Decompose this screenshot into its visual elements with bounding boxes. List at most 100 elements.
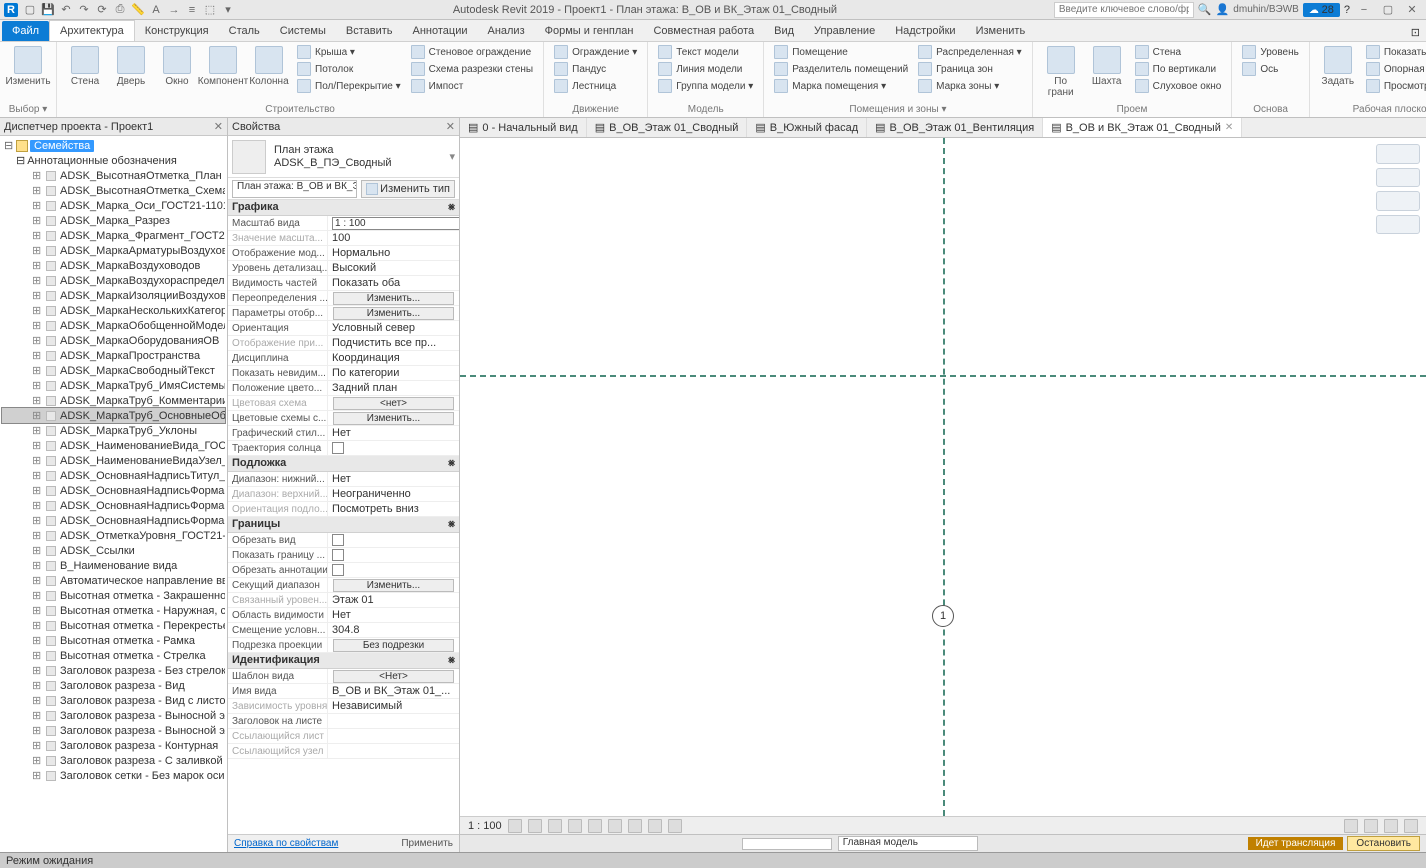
- grid-line-vertical[interactable]: [943, 138, 945, 816]
- tree-item[interactable]: ⊞ADSK_МаркаПространства: [2, 348, 225, 363]
- tree-item[interactable]: ⊞Заголовок разреза - С заливкой: [2, 753, 225, 768]
- tree-expand-icon[interactable]: ⊞: [32, 514, 42, 527]
- tree-item[interactable]: ⊞ADSK_ОтметкаУровня_ГОСТ21-110: [2, 528, 225, 543]
- property-value[interactable]: Нет: [332, 427, 351, 439]
- highlight-icon[interactable]: [1404, 819, 1418, 833]
- reveal-hidden-icon[interactable]: [668, 819, 682, 833]
- document-tab[interactable]: ▤В_Южный фасад: [747, 118, 867, 137]
- tree-expand-icon[interactable]: ⊞: [32, 649, 42, 662]
- ribbon-tab-7[interactable]: Анализ: [477, 21, 534, 41]
- properties-type-preview[interactable]: План этажа ADSK_В_ПЭ_Сводный ▾: [228, 136, 459, 178]
- tree-item[interactable]: ⊞Заголовок разреза - Выносной эле: [2, 723, 225, 738]
- project-browser-close-icon[interactable]: ✕: [214, 120, 223, 133]
- qat-redo-icon[interactable]: ↷: [76, 2, 92, 18]
- ribbon-small-button[interactable]: Стена: [1131, 44, 1226, 60]
- property-value[interactable]: Нормально: [332, 247, 390, 259]
- ribbon-big-button[interactable]: Дверь: [109, 44, 153, 89]
- tree-expand-icon[interactable]: ⊞: [32, 229, 42, 242]
- tree-expand-icon[interactable]: ⊞: [32, 694, 42, 707]
- tree-item[interactable]: ⊞ADSK_НаименованиеВида_ГОСТ21-: [2, 438, 225, 453]
- property-value[interactable]: Посмотреть вниз: [332, 503, 419, 515]
- tree-expand-icon[interactable]: ⊞: [32, 679, 42, 692]
- filter-icon[interactable]: [1364, 819, 1378, 833]
- tree-expand-icon[interactable]: ⊞: [32, 394, 42, 407]
- tree-expand-icon[interactable]: ⊞: [32, 754, 42, 767]
- search-input[interactable]: [1054, 2, 1194, 18]
- tree-item[interactable]: ⊞ADSK_ОсновнаяНадписьФорма6_Г: [2, 513, 225, 528]
- property-edit-button[interactable]: <нет>: [333, 397, 454, 410]
- ribbon-tab-2[interactable]: Конструкция: [135, 21, 219, 41]
- tree-expand-icon[interactable]: ⊞: [32, 274, 42, 287]
- infocenter-icon[interactable]: 🔍: [1198, 3, 1212, 16]
- tree-item[interactable]: ⊞Высотная отметка - Наружная, с за: [2, 603, 225, 618]
- property-edit-button[interactable]: <Нет>: [333, 670, 454, 683]
- property-value[interactable]: Условный север: [332, 322, 415, 334]
- tree-item[interactable]: ⊞ADSK_ОсновнаяНадписьФорма5_Г: [2, 498, 225, 513]
- ribbon-small-button[interactable]: Марка помещения ▾: [770, 78, 912, 94]
- property-category[interactable]: Границы⨳: [228, 517, 459, 533]
- property-value[interactable]: Задний план: [332, 382, 397, 394]
- tree-item[interactable]: ⊞ADSK_Марка_Оси_ГОСТ21-1101-20: [2, 198, 225, 213]
- property-checkbox[interactable]: [332, 564, 344, 576]
- property-category[interactable]: Идентификация⨳: [228, 653, 459, 669]
- tree-expand-icon[interactable]: ⊞: [32, 289, 42, 302]
- ribbon-small-button[interactable]: Показать: [1362, 44, 1426, 60]
- tree-expand-icon[interactable]: ⊞: [32, 244, 42, 257]
- tree-item[interactable]: ⊞ADSK_МаркаСвободныйТекст: [2, 363, 225, 378]
- tree-item[interactable]: ⊞ADSK_МаркаНесколькихКатегори: [2, 303, 225, 318]
- qat-text-icon[interactable]: A: [148, 2, 164, 18]
- ribbon-small-button[interactable]: Лестница: [550, 78, 641, 94]
- properties-apply-button[interactable]: Применить: [401, 838, 453, 849]
- ribbon-small-button[interactable]: Марка зоны ▾: [914, 78, 1026, 94]
- qat-save-icon[interactable]: 💾: [40, 2, 56, 18]
- notification-badge[interactable]: ☁ 28: [1303, 3, 1340, 17]
- tree-item[interactable]: ⊞ADSK_МаркаИзоляцииВоздуховодо: [2, 288, 225, 303]
- property-value[interactable]: В_ОВ и ВК_Этаж 01_...: [332, 685, 450, 697]
- tree-item[interactable]: ⊞ADSK_Марка_Разрез: [2, 213, 225, 228]
- property-value[interactable]: Неограниченно: [332, 488, 411, 500]
- ribbon-small-button[interactable]: Граница зон: [914, 61, 1026, 77]
- shadows-icon[interactable]: [568, 819, 582, 833]
- nav-home-icon[interactable]: [1376, 144, 1420, 164]
- ribbon-small-button[interactable]: Слуховое окно: [1131, 78, 1226, 94]
- tree-item[interactable]: ⊞ADSK_МаркаВоздухораспределите: [2, 273, 225, 288]
- property-value[interactable]: Координация: [332, 352, 400, 364]
- nav-pan-icon[interactable]: [1376, 191, 1420, 211]
- properties-help-link[interactable]: Справка по свойствам: [234, 838, 338, 849]
- category-expand-icon[interactable]: ⨳: [448, 201, 455, 214]
- ribbon-big-button[interactable]: Стена: [63, 44, 107, 89]
- property-value[interactable]: Независимый: [332, 700, 402, 712]
- ribbon-small-button[interactable]: Схема разрезки стены: [407, 61, 537, 77]
- ribbon-tab-3[interactable]: Сталь: [219, 21, 270, 41]
- detail-level-icon[interactable]: [508, 819, 522, 833]
- ribbon-tab-1[interactable]: Архитектура: [49, 20, 135, 41]
- tree-expand-icon[interactable]: ⊞: [32, 199, 42, 212]
- tree-item[interactable]: ⊞Заголовок разреза - Вид с листом: [2, 693, 225, 708]
- minimize-button[interactable]: −: [1354, 4, 1374, 16]
- tree-expand-icon[interactable]: ⊟: [4, 139, 14, 152]
- ribbon-small-button[interactable]: Опорная плоскость: [1362, 61, 1426, 77]
- tree-expand-icon[interactable]: ⊞: [32, 484, 42, 497]
- ribbon-small-button[interactable]: По вертикали: [1131, 61, 1226, 77]
- visual-style-icon[interactable]: [528, 819, 542, 833]
- property-value[interactable]: Показать оба: [332, 277, 400, 289]
- property-value[interactable]: 100: [332, 232, 350, 244]
- property-value[interactable]: Этаж 01: [332, 594, 374, 606]
- ribbon-small-button[interactable]: Стеновое ограждение: [407, 44, 537, 60]
- signin-icon[interactable]: 👤: [1216, 3, 1230, 16]
- tree-expand-icon[interactable]: ⊞: [32, 604, 42, 617]
- ribbon-small-button[interactable]: Пандус: [550, 61, 641, 77]
- tree-expand-icon[interactable]: ⊞: [32, 379, 42, 392]
- category-expand-icon[interactable]: ⨳: [448, 457, 455, 470]
- tree-expand-icon[interactable]: ⊞: [32, 619, 42, 632]
- qat-undo-icon[interactable]: ↶: [58, 2, 74, 18]
- tree-item[interactable]: ⊞ADSK_ВысотнаяОтметка_План: [2, 168, 225, 183]
- tree-item[interactable]: ⊞Заголовок разреза - Без стрелок: [2, 663, 225, 678]
- instance-selector[interactable]: План этажа: В_ОВ и ВК_Эт ▾: [232, 180, 357, 198]
- grid-line-horizontal[interactable]: [460, 375, 1426, 377]
- property-category[interactable]: Графика⨳: [228, 200, 459, 216]
- lock-view-icon[interactable]: [628, 819, 642, 833]
- qat-more-icon[interactable]: →: [166, 2, 182, 18]
- ribbon-small-button[interactable]: Распределенная ▾: [914, 44, 1026, 60]
- drawing-canvas[interactable]: 1: [460, 138, 1426, 816]
